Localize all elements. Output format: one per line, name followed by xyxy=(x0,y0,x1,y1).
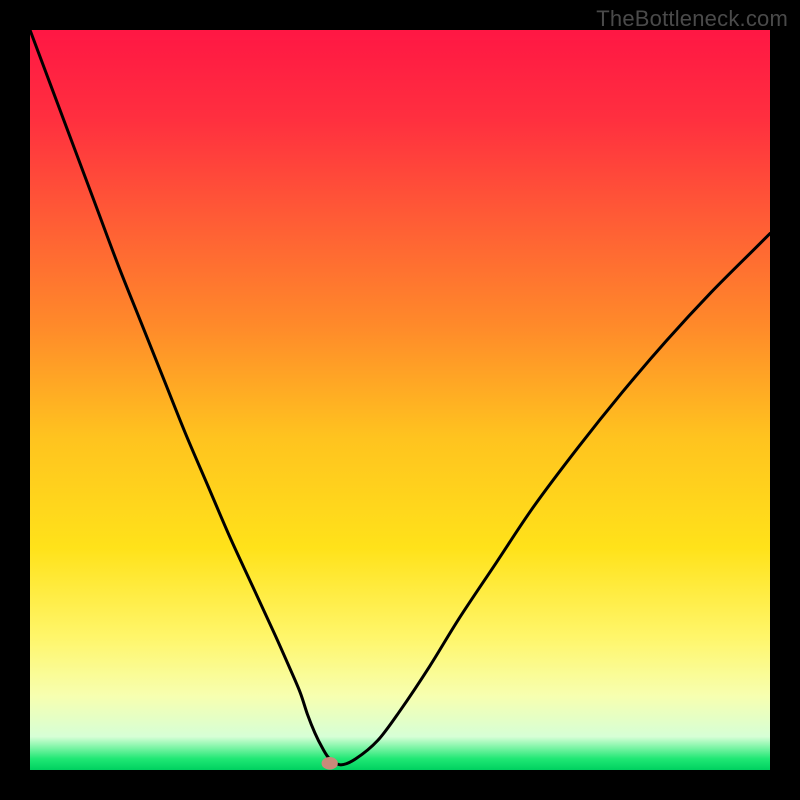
chart-frame xyxy=(30,30,770,770)
watermark-text: TheBottleneck.com xyxy=(596,6,788,32)
gradient-background xyxy=(30,30,770,770)
bottleneck-chart xyxy=(30,30,770,770)
minimum-marker xyxy=(322,757,338,770)
